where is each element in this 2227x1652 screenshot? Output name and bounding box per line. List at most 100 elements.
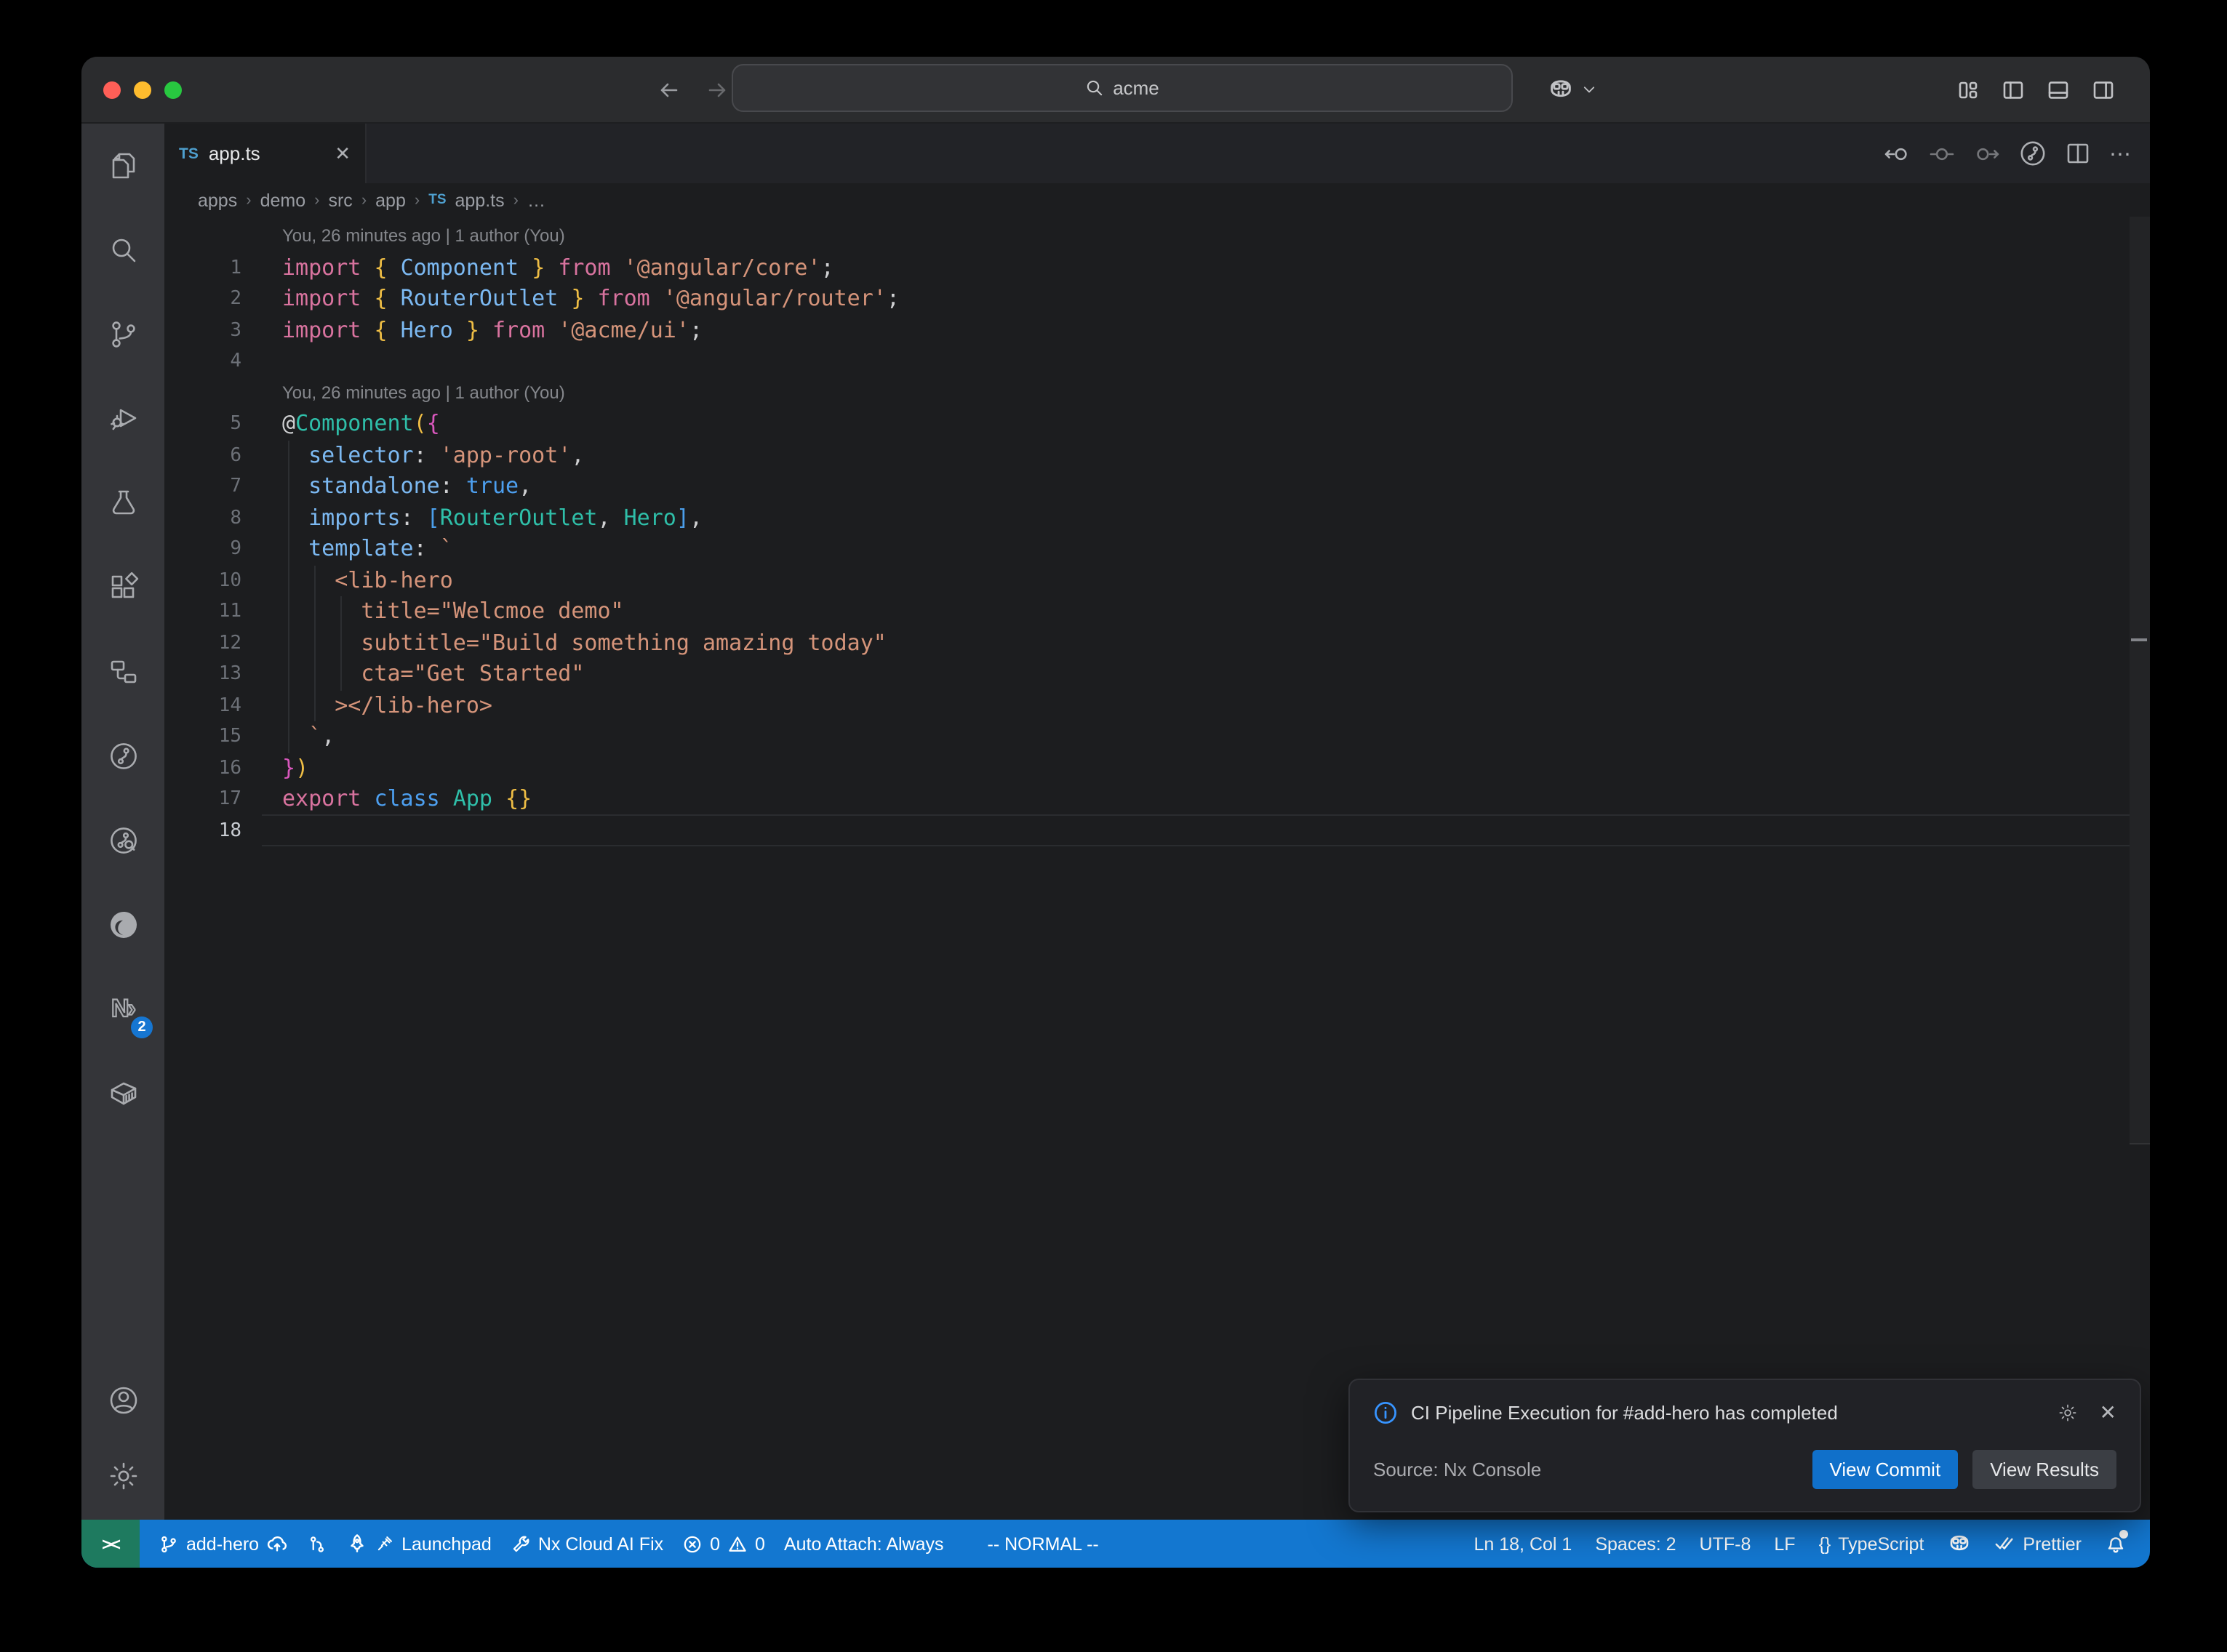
code-text: import { Hero } from '@acme/ui'; — [282, 315, 703, 346]
sidebar-item-edge-tools[interactable] — [81, 883, 164, 967]
problems-status-item[interactable]: 0 0 — [682, 1533, 765, 1554]
code-line[interactable]: 16}) — [164, 753, 2150, 784]
breadcrumb-item[interactable]: apps — [198, 190, 237, 210]
code-text: standalone: true, — [282, 471, 532, 502]
notification-settings-gear-icon[interactable] — [2058, 1402, 2079, 1424]
breadcrumb-item[interactable]: src — [328, 190, 352, 210]
encoding-status-item[interactable]: UTF-8 — [1700, 1533, 1751, 1554]
command-center-search[interactable]: acme — [732, 64, 1513, 112]
line-number[interactable]: 8 — [164, 502, 241, 534]
code-line[interactable]: 15 `, — [164, 721, 2150, 753]
toggle-secondary-sidebar-icon[interactable] — [2092, 78, 2115, 101]
sidebar-item-search[interactable] — [81, 208, 164, 292]
line-number[interactable]: 10 — [164, 565, 241, 596]
code-line[interactable]: 17export class App {} — [164, 784, 2150, 815]
sidebar-item-gitlens[interactable] — [81, 714, 164, 798]
sidebar-item-explorer[interactable] — [81, 124, 164, 208]
scrollbar[interactable] — [2130, 217, 2150, 1144]
breadcrumb-item[interactable]: app — [375, 190, 406, 210]
toggle-panel-icon[interactable] — [2047, 78, 2070, 101]
line-number[interactable]: 1 — [164, 252, 241, 284]
close-window-button[interactable] — [103, 81, 121, 98]
code-line[interactable]: 18 — [164, 815, 2150, 846]
gitlens-graph-icon[interactable] — [2019, 140, 2047, 167]
sidebar-item-extensions[interactable] — [81, 545, 164, 630]
open-changes-icon[interactable] — [1929, 140, 1955, 167]
language-status-item[interactable]: {} TypeScript — [1819, 1533, 1924, 1554]
more-actions-icon[interactable]: ⋯ — [2109, 140, 2132, 167]
accounts-button[interactable] — [81, 1363, 164, 1438]
line-number[interactable]: 2 — [164, 284, 241, 315]
tab-app-ts[interactable]: TS app.ts ✕ — [164, 124, 367, 183]
commit-graph-status-item[interactable] — [307, 1533, 327, 1554]
line-number[interactable]: 3 — [164, 315, 241, 346]
code-text: `, — [282, 721, 335, 753]
code-line[interactable]: 4 — [164, 346, 2150, 377]
sidebar-item-nx-console[interactable]: N› 2 — [81, 967, 164, 1051]
sidebar-item-source-control[interactable] — [81, 292, 164, 377]
line-number[interactable]: 18 — [164, 815, 241, 846]
sidebar-item-containers[interactable] — [81, 1051, 164, 1136]
code-line[interactable]: 5@Component({ — [164, 409, 2150, 440]
cursor-position-status-item[interactable]: Ln 18, Col 1 — [1474, 1533, 1572, 1554]
breadcrumb-symbol[interactable]: … — [527, 190, 545, 210]
line-number[interactable]: 14 — [164, 690, 241, 721]
code-line[interactable]: 7 standalone: true, — [164, 471, 2150, 502]
notifications-bell-button[interactable] — [2105, 1533, 2127, 1555]
copilot-status-item[interactable] — [1947, 1532, 1970, 1555]
code-line[interactable]: 2import { RouterOutlet } from '@angular/… — [164, 284, 2150, 315]
remote-indicator[interactable]: >< — [81, 1520, 140, 1568]
customize-layout-icon[interactable] — [1956, 78, 1980, 101]
breadcrumb-file[interactable]: app.ts — [455, 190, 505, 210]
settings-button[interactable] — [81, 1438, 164, 1514]
zoom-window-button[interactable] — [164, 81, 182, 98]
breadcrumb-item[interactable]: demo — [260, 190, 306, 210]
line-number[interactable]: 17 — [164, 784, 241, 815]
line-number[interactable]: 15 — [164, 721, 241, 753]
code-line[interactable]: 10 <lib-hero — [164, 565, 2150, 596]
code-editor[interactable]: You, 26 minutes ago | 1 author (You)1imp… — [164, 217, 2150, 1520]
code-line[interactable]: 3 import { Hero } from '@acme/ui'; — [164, 315, 2150, 346]
launchpad-status-item[interactable]: Launchpad — [346, 1533, 492, 1555]
code-line[interactable]: 1import { Component } from '@angular/cor… — [164, 252, 2150, 284]
minimize-window-button[interactable] — [134, 81, 151, 98]
sidebar-item-run-debug[interactable] — [81, 377, 164, 461]
line-number[interactable]: 16 — [164, 753, 241, 784]
line-number[interactable]: 4 — [164, 346, 241, 377]
close-icon[interactable]: ✕ — [335, 142, 351, 165]
line-number[interactable]: 11 — [164, 596, 241, 627]
code-line[interactable]: 8 imports: [RouterOutlet, Hero], — [164, 502, 2150, 534]
open-next-change-icon[interactable] — [1974, 140, 2000, 167]
prettier-status-item[interactable]: Prettier — [1994, 1533, 2082, 1555]
auto-attach-status-item[interactable]: Auto Attach: Always — [784, 1533, 944, 1554]
back-arrow-icon[interactable] — [657, 78, 681, 101]
sidebar-item-type-hierarchy[interactable] — [81, 630, 164, 714]
code-line[interactable]: 6 selector: 'app-root', — [164, 440, 2150, 471]
line-number[interactable]: 5 — [164, 409, 241, 440]
open-previous-change-icon[interactable] — [1884, 140, 1910, 167]
sidebar-item-gitlens-inspect[interactable] — [81, 798, 164, 883]
code-line[interactable]: 14 ></lib-hero> — [164, 690, 2150, 721]
sidebar-item-testing[interactable] — [81, 461, 164, 545]
eol-status-item[interactable]: LF — [1774, 1533, 1795, 1554]
code-line[interactable]: 13 cta="Get Started" — [164, 659, 2150, 690]
line-number[interactable]: 12 — [164, 627, 241, 659]
line-number[interactable]: 7 — [164, 471, 241, 502]
info-icon — [1373, 1400, 1398, 1425]
forward-arrow-icon[interactable] — [705, 78, 729, 101]
toggle-primary-sidebar-icon[interactable] — [2002, 78, 2025, 101]
branch-status-item[interactable]: add-hero — [159, 1533, 288, 1555]
split-editor-icon[interactable] — [2066, 141, 2090, 166]
code-line[interactable]: 11 title="Welcmoe demo" — [164, 596, 2150, 627]
line-number[interactable]: 6 — [164, 440, 241, 471]
copilot-menu-button[interactable] — [1548, 76, 1597, 103]
code-line[interactable]: 12 subtitle="Build something amazing tod… — [164, 627, 2150, 659]
view-results-button[interactable]: View Results — [1972, 1450, 2116, 1489]
line-number[interactable]: 13 — [164, 659, 241, 690]
notification-close-icon[interactable]: ✕ — [2100, 1400, 2116, 1425]
view-commit-button[interactable]: View Commit — [1812, 1450, 1959, 1489]
nx-cloud-fix-status-item[interactable]: Nx Cloud AI Fix — [511, 1533, 663, 1554]
indentation-status-item[interactable]: Spaces: 2 — [1595, 1533, 1676, 1554]
line-number[interactable]: 9 — [164, 534, 241, 565]
code-line[interactable]: 9 template: ` — [164, 534, 2150, 565]
